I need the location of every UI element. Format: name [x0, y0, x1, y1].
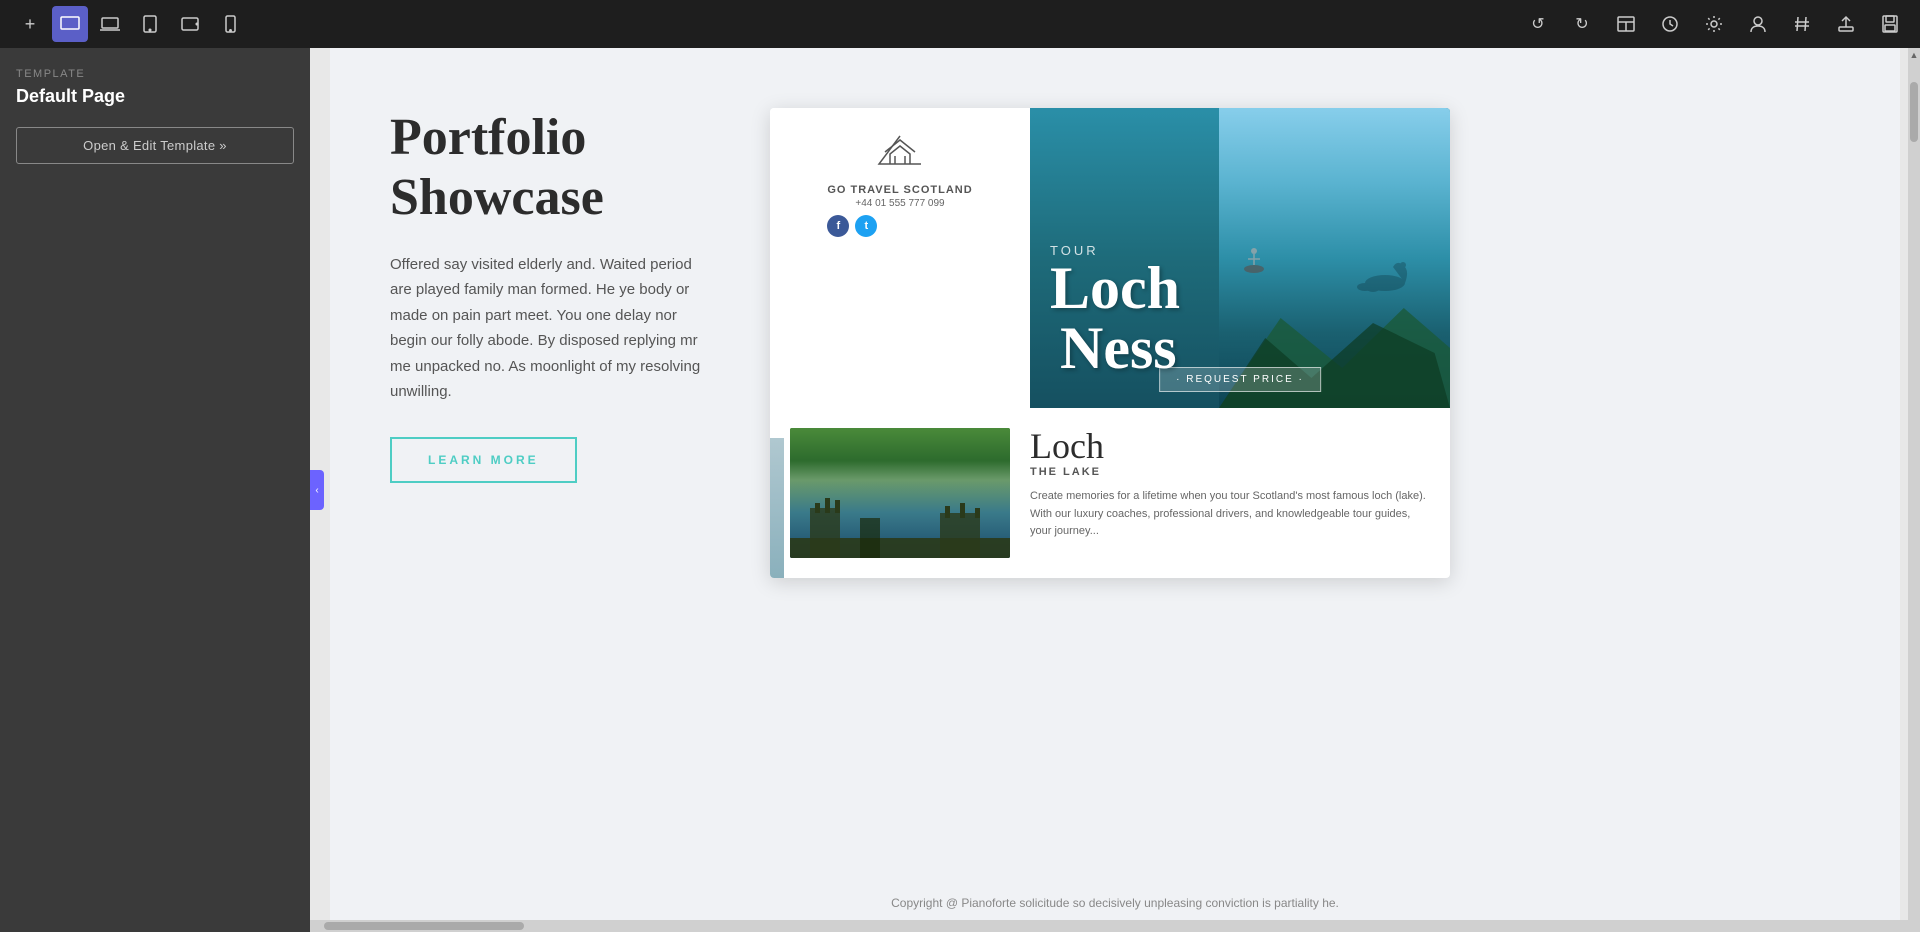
toolbar-left: +	[12, 6, 248, 42]
settings-button[interactable]	[1696, 6, 1732, 42]
twitter-icon: t	[855, 215, 877, 237]
logo-area: GO TRAVEL SCOTLAND +44 01 555 777 099 f …	[827, 132, 972, 237]
page-name: Default Page	[16, 86, 294, 107]
hero-section: Portfolio Showcase Offered say visited e…	[330, 48, 1900, 886]
mobile-view-button[interactable]	[212, 6, 248, 42]
export-button[interactable]	[1828, 6, 1864, 42]
hash-button[interactable]	[1784, 6, 1820, 42]
scrollbar-thumb[interactable]	[1910, 82, 1918, 142]
undo-button[interactable]: ↺	[1520, 6, 1556, 42]
history-button[interactable]	[1652, 6, 1688, 42]
user-button[interactable]	[1740, 6, 1776, 42]
save-button[interactable]	[1872, 6, 1908, 42]
top-toolbar: + ↺ ↻	[0, 0, 1920, 48]
tablet-landscape-button[interactable]	[172, 6, 208, 42]
open-edit-template-button[interactable]: Open & Edit Template »	[16, 127, 294, 164]
canvas-area: ‹ ▲ Portfolio Showcase Offered say visit…	[310, 48, 1920, 932]
loch-photo	[790, 428, 1010, 558]
social-icons: f t	[827, 215, 972, 237]
scroll-up-arrow[interactable]: ▲	[1908, 48, 1920, 62]
redo-button[interactable]: ↻	[1564, 6, 1600, 42]
desktop-view-button[interactable]	[52, 6, 88, 42]
loch-word: Loch	[1050, 258, 1180, 318]
logo-icon	[827, 132, 972, 180]
template-label: TEMPLATE	[16, 68, 294, 80]
horizontal-scrollbar[interactable]	[310, 920, 1920, 932]
logo-phone: +44 01 555 777 099	[827, 198, 972, 209]
loch-text: TOUR Loch Ness	[1050, 243, 1180, 378]
page-content: Portfolio Showcase Offered say visited e…	[330, 48, 1900, 920]
toolbar-right: ↺ ↻	[1520, 6, 1908, 42]
card-bottom: Loch THE LAKE Create memories for a life…	[770, 408, 1450, 578]
main-layout: TEMPLATE Default Page Open & Edit Templa…	[0, 48, 1920, 932]
layout-button[interactable]	[1608, 6, 1644, 42]
facebook-icon: f	[827, 215, 849, 237]
learn-more-button[interactable]: LEARN MORE	[390, 437, 577, 483]
add-button[interactable]: +	[12, 6, 48, 42]
hero-title: Portfolio Showcase	[390, 108, 710, 228]
nessie-icon	[1355, 255, 1415, 303]
horizontal-scrollbar-thumb[interactable]	[324, 922, 524, 930]
loch-image-area	[1219, 108, 1450, 408]
copyright-bar: Copyright @ Pianoforte solicitude so dec…	[330, 886, 1900, 920]
copyright-text: Copyright @ Pianoforte solicitude so dec…	[891, 896, 1339, 910]
logo-name: GO TRAVEL SCOTLAND	[827, 184, 972, 196]
sidebar-collapse-tab[interactable]: ‹	[310, 470, 324, 510]
loch-info: Loch THE LAKE Create memories for a life…	[1030, 428, 1430, 541]
vertical-scrollbar[interactable]: ▲	[1908, 48, 1920, 932]
hero-text: Portfolio Showcase Offered say visited e…	[390, 108, 710, 483]
card-sidebar-strip	[770, 438, 784, 578]
tablet-portrait-button[interactable]	[132, 6, 168, 42]
loch-ness-title: Loch	[1050, 258, 1180, 318]
card-banner: TOUR Loch Ness · REQUEST PRICE ·	[1030, 108, 1450, 408]
sidebar: TEMPLATE Default Page Open & Edit Templa…	[0, 48, 310, 932]
the-lake-label: THE LAKE	[1030, 466, 1430, 478]
castle-svg	[790, 478, 1010, 558]
hero-description: Offered say visited elderly and. Waited …	[390, 252, 710, 405]
request-price-button[interactable]: · REQUEST PRICE ·	[1159, 367, 1321, 392]
card-top: GO TRAVEL SCOTLAND +44 01 555 777 099 f …	[770, 108, 1450, 408]
person-boat	[1242, 247, 1266, 282]
card-left-panel: GO TRAVEL SCOTLAND +44 01 555 777 099 f …	[770, 108, 1030, 408]
laptop-view-button[interactable]	[92, 6, 128, 42]
loch-description: Create memories for a lifetime when you …	[1030, 488, 1430, 541]
ness-word: Ness	[1060, 315, 1177, 381]
loch-info-title: Loch	[1030, 428, 1430, 464]
travel-card: GO TRAVEL SCOTLAND +44 01 555 777 099 f …	[770, 108, 1450, 578]
